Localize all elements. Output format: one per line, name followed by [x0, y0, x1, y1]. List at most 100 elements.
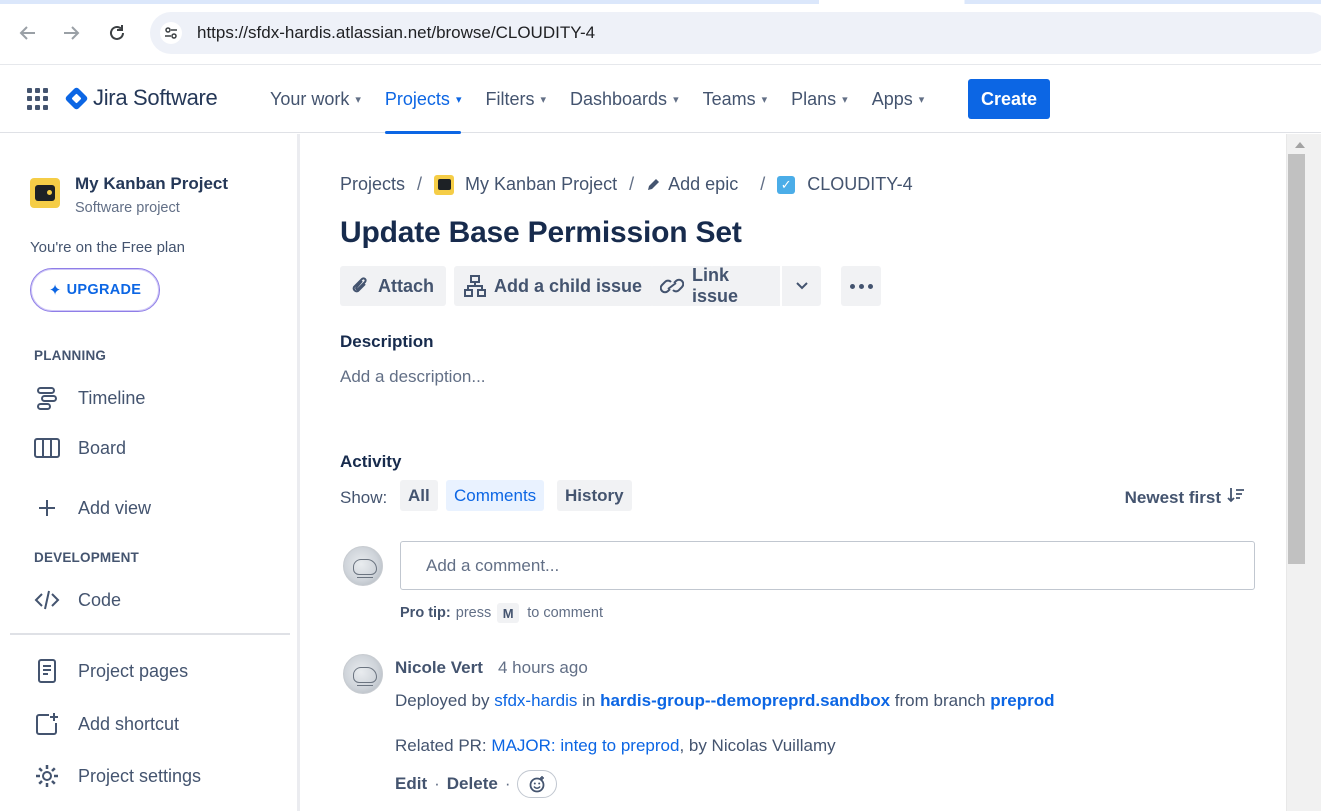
- separator-dot: ·: [504, 774, 511, 793]
- nav-label: Projects: [384, 88, 450, 109]
- link-icon: [660, 275, 684, 297]
- issue-title[interactable]: Update Base Permission Set: [340, 216, 742, 250]
- sidebar-item-add-view[interactable]: Add view: [33, 493, 151, 523]
- org-link[interactable]: hardis-group--demopreprd.sandbox: [600, 691, 890, 710]
- nav-your-work[interactable]: Your work ▾: [270, 65, 361, 133]
- reload-icon[interactable]: [104, 20, 130, 46]
- jira-top-nav: Jira Software Your work ▾ Projects ▾ Filte…: [0, 64, 1321, 134]
- scrollbar-thumb[interactable]: [1288, 154, 1305, 564]
- url-text[interactable]: https://sfdx-hardis.atlassian.net/browse…: [197, 23, 595, 43]
- paperclip-icon: [350, 275, 370, 297]
- browser-tabstrip: [0, 0, 1321, 4]
- pro-tip-text: press: [455, 605, 492, 621]
- product-name: Jira Software: [93, 85, 218, 110]
- filter-all[interactable]: All: [400, 480, 438, 511]
- chevron-down-icon: ▾: [918, 93, 925, 106]
- sidebar-item-label: Timeline: [78, 387, 146, 408]
- comment-timestamp[interactable]: 4 hours ago: [498, 658, 588, 678]
- pr-link[interactable]: MAJOR: integ to preprod: [491, 736, 679, 755]
- breadcrumb-project[interactable]: My Kanban Project: [465, 174, 617, 195]
- nav-dashboards[interactable]: Dashboards ▾: [570, 65, 679, 133]
- comment-text: , by Nicolas Vuillamy: [679, 736, 836, 755]
- upgrade-button[interactable]: ✦ UPGRADE: [30, 268, 160, 312]
- chevron-down-icon: [795, 282, 808, 290]
- description-label: Description: [340, 332, 434, 351]
- scroll-up-arrow[interactable]: [1295, 142, 1305, 148]
- upgrade-label: UPGRADE: [66, 282, 142, 298]
- pencil-icon: [646, 178, 660, 192]
- jira-logo[interactable]: Jira Software: [64, 85, 218, 111]
- sidebar-item-code[interactable]: Code: [33, 585, 121, 615]
- comment-author[interactable]: Nicole Vert: [395, 658, 483, 678]
- add-child-issue-button[interactable]: Add a child issue: [454, 266, 655, 306]
- show-label: Show:: [340, 488, 388, 507]
- site-settings-icon[interactable]: [160, 22, 182, 44]
- project-name[interactable]: My Kanban Project: [75, 174, 228, 194]
- forward-icon[interactable]: [58, 20, 84, 46]
- sidebar-item-label: Project settings: [78, 765, 202, 786]
- sidebar-item-timeline[interactable]: Timeline: [33, 383, 145, 413]
- delete-comment-button[interactable]: Delete: [447, 774, 498, 794]
- separator-dot: ·: [434, 774, 440, 793]
- filter-history[interactable]: History: [557, 480, 632, 511]
- breadcrumb-separator: /: [417, 174, 423, 194]
- nav-label: Apps: [871, 88, 913, 109]
- sidebar-item-label: Project pages: [78, 660, 189, 681]
- emoji-icon: [530, 776, 545, 793]
- back-icon[interactable]: [15, 20, 41, 46]
- timeline-icon: [33, 384, 61, 412]
- sidebar-item-board[interactable]: Board: [33, 433, 126, 463]
- nav-teams[interactable]: Teams ▾: [703, 65, 768, 133]
- project-avatar-icon: [434, 174, 455, 195]
- hierarchy-icon: [464, 275, 486, 297]
- comment-input[interactable]: Add a comment...: [400, 541, 1255, 590]
- sort-order-button[interactable]: Newest first: [1125, 487, 1245, 508]
- pro-tip-text: to comment: [527, 605, 603, 621]
- sidebar-item-project-pages[interactable]: Project pages: [33, 656, 188, 686]
- chevron-down-icon: ▾: [761, 93, 768, 106]
- sort-label: Newest first: [1124, 487, 1221, 507]
- breadcrumb-add-epic[interactable]: Add epic: [668, 174, 738, 195]
- code-icon: [33, 586, 61, 614]
- branch-link[interactable]: preprod: [990, 691, 1054, 710]
- sidebar-item-label: Board: [78, 437, 127, 458]
- more-actions-button[interactable]: [841, 266, 881, 306]
- chevron-down-icon: ▾: [355, 93, 361, 106]
- task-type-icon[interactable]: ✓: [777, 175, 796, 194]
- link-issue-dropdown[interactable]: [780, 266, 821, 306]
- comment-text: in: [582, 691, 596, 710]
- project-avatar: [30, 178, 60, 208]
- description-field[interactable]: Add a description...: [340, 367, 486, 387]
- nav-label: Filters: [485, 88, 535, 109]
- browser-toolbar: https://sfdx-hardis.atlassian.net/browse…: [0, 0, 1321, 64]
- nav-filters[interactable]: Filters ▾: [485, 65, 546, 133]
- issue-view: Projects / My Kanban Project / Add epic …: [303, 134, 1286, 811]
- gear-icon: [33, 762, 61, 790]
- comment-body-line: Deployed by sfdx-hardis in hardis-group-…: [395, 691, 1054, 711]
- address-bar[interactable]: https://sfdx-hardis.atlassian.net/browse…: [150, 12, 1321, 54]
- pro-tip: Pro tip: press M to comment: [400, 603, 603, 623]
- edit-comment-button[interactable]: Edit: [395, 774, 427, 794]
- breadcrumb-separator: /: [760, 174, 766, 194]
- attach-button[interactable]: Attach: [340, 266, 447, 306]
- breadcrumb-projects[interactable]: Projects: [340, 174, 405, 195]
- nav-plans[interactable]: Plans ▾: [791, 65, 848, 133]
- breadcrumb-issue-key[interactable]: CLOUDITY-4: [807, 174, 912, 195]
- add-shortcut-icon: [33, 710, 61, 738]
- add-reaction-button[interactable]: [517, 770, 558, 798]
- comment-author-avatar[interactable]: [343, 654, 383, 694]
- sidebar-item-project-settings[interactable]: Project settings: [33, 761, 201, 791]
- actor-link[interactable]: sfdx-hardis: [494, 691, 577, 710]
- scrollbar-track[interactable]: [1286, 134, 1321, 811]
- link-issue-button[interactable]: Link issue: [650, 265, 780, 306]
- nav-apps[interactable]: Apps ▾: [872, 65, 925, 133]
- create-button[interactable]: Create: [968, 79, 1050, 119]
- app-switcher-icon[interactable]: [27, 88, 49, 110]
- page-scrollbar[interactable]: [1286, 134, 1321, 811]
- sidebar-item-add-shortcut[interactable]: Add shortcut: [33, 709, 179, 739]
- pro-tip-label: Pro tip:: [400, 605, 451, 621]
- filter-comments[interactable]: Comments: [446, 480, 545, 511]
- sidebar-item-label: Add shortcut: [78, 713, 180, 734]
- nav-projects[interactable]: Projects ▾: [384, 65, 461, 134]
- comment-actions: Edit · Delete ·: [395, 770, 558, 798]
